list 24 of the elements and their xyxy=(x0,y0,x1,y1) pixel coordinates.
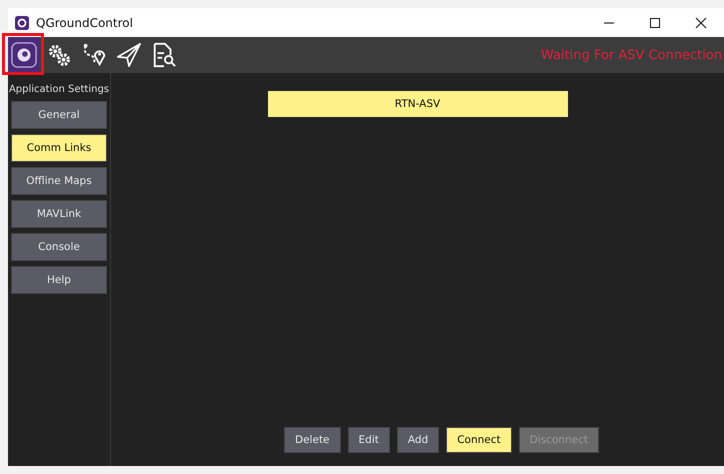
route-pin-icon xyxy=(81,42,107,68)
action-button[interactable]: Connect xyxy=(446,427,512,453)
document-search-icon xyxy=(151,42,177,68)
app-logo-icon xyxy=(15,16,29,30)
app-logo-button[interactable] xyxy=(8,37,40,73)
close-icon[interactable] xyxy=(695,16,707,28)
app-logo-icon xyxy=(11,42,37,68)
maximize-icon[interactable] xyxy=(649,16,661,28)
action-button[interactable]: Delete xyxy=(284,427,341,453)
connection-status: Waiting For ASV Connection xyxy=(540,48,722,62)
sidebar-item[interactable]: Offline Maps xyxy=(11,167,107,195)
sidebar-item[interactable]: Comm Links xyxy=(11,134,107,162)
action-button[interactable]: Edit xyxy=(348,427,390,453)
gears-icon xyxy=(46,42,72,68)
sidebar-item[interactable]: Console xyxy=(11,233,107,261)
sidebar-heading: Application Settings xyxy=(8,84,110,95)
sidebar-item[interactable]: Help xyxy=(11,266,107,294)
sidebar-item[interactable]: MAVLink xyxy=(11,200,107,228)
window-title: QGroundControl xyxy=(36,16,133,30)
highlight-frame xyxy=(2,33,44,75)
link-item[interactable]: RTN-ASV xyxy=(268,91,568,117)
action-button[interactable]: Add xyxy=(396,427,440,453)
paper-plane-icon xyxy=(116,42,142,68)
sidebar-item[interactable]: General xyxy=(11,101,107,129)
